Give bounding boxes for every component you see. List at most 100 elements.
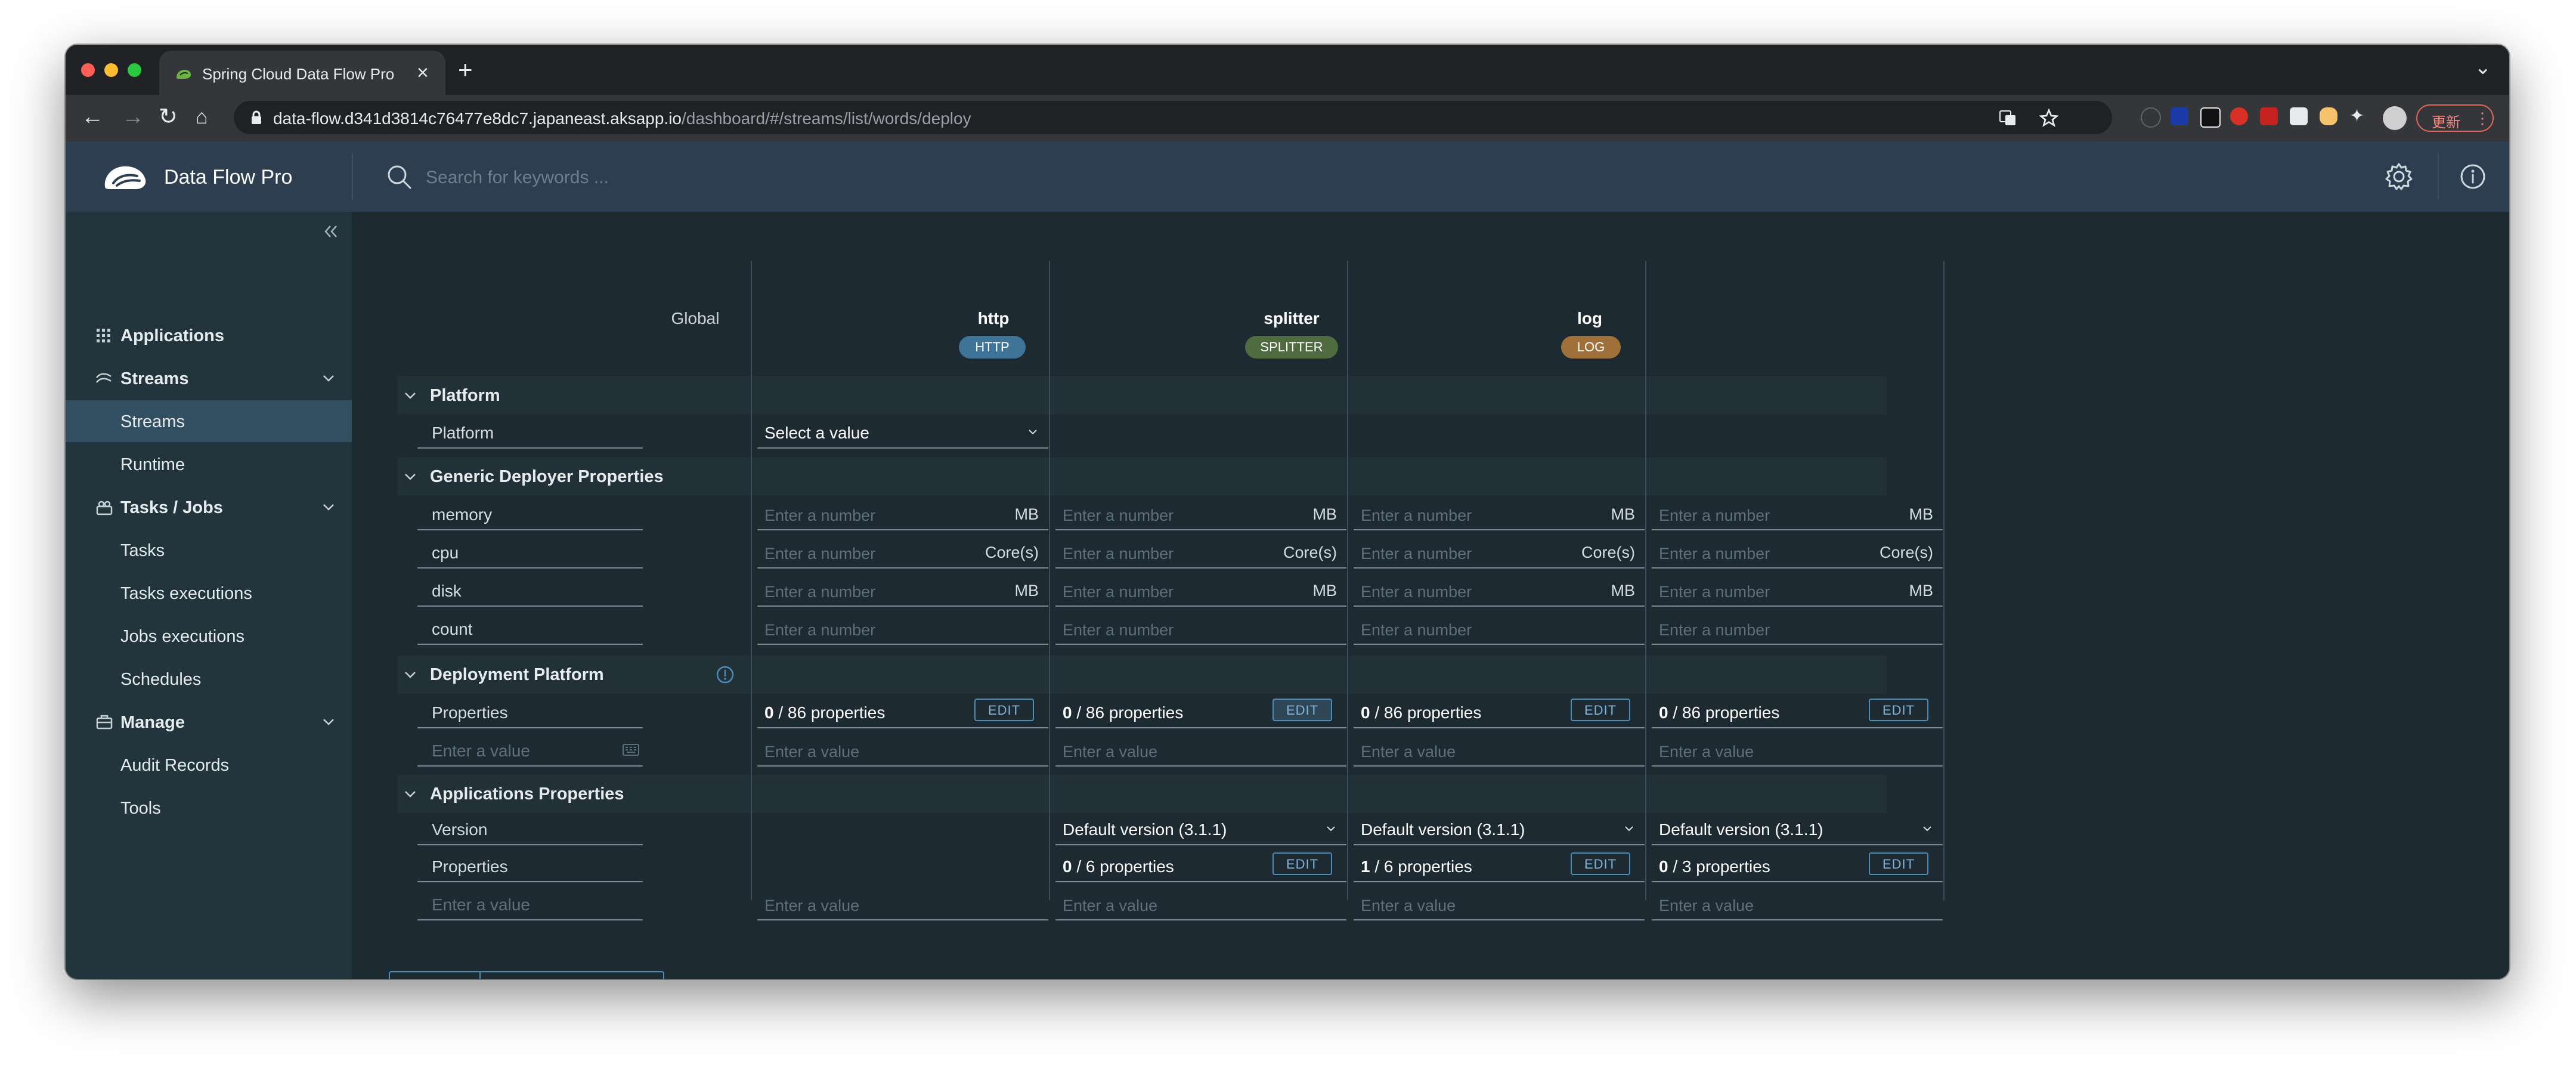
search-input[interactable] — [425, 165, 785, 190]
disk-input-splitter[interactable]: Enter a number MB — [1354, 572, 1645, 607]
tab-search-chevron-icon[interactable]: ⌄ — [2475, 55, 2492, 79]
memory-input-http[interactable]: Enter a number MB — [1055, 496, 1346, 530]
extension-shield-icon[interactable] — [2230, 107, 2248, 125]
sidebar-item-tools[interactable]: Tools — [66, 787, 352, 829]
edit-button[interactable]: EDIT — [1272, 852, 1332, 875]
extension-wave-icon[interactable] — [2200, 107, 2221, 128]
memory-input-log[interactable]: Enter a number MB — [1652, 496, 1943, 530]
sidebar-group-tasks-jobs[interactable]: Tasks / Jobs — [66, 486, 352, 528]
settings-gear-icon[interactable] — [2384, 162, 2414, 191]
collapse-sidebar-icon[interactable] — [322, 223, 340, 240]
forward-arrow-icon[interactable]: → — [122, 103, 144, 131]
back-arrow-icon[interactable]: ← — [81, 103, 104, 131]
deployment-value-input-log[interactable]: Enter a value — [1652, 732, 1943, 767]
extension-dots-icon[interactable] — [2260, 107, 2278, 125]
bookmark-star-icon[interactable] — [2039, 109, 2058, 128]
app-custom-property-input[interactable]: Enter a value — [417, 886, 643, 920]
address-bar[interactable]: data-flow.d341d3814c76477e8dc7.japaneast… — [234, 101, 2112, 134]
chevron-down-icon[interactable] — [403, 469, 417, 484]
app-header: Data Flow Pro — [66, 141, 2509, 212]
info-icon[interactable] — [2459, 163, 2487, 190]
count-input-splitter[interactable]: Enter a number — [1354, 610, 1645, 645]
url-text: data-flow.d341d3814c76477e8dc7.japaneast… — [273, 109, 971, 128]
count-input-global[interactable]: Enter a number — [757, 610, 1048, 645]
browser-tab[interactable]: Spring Cloud Data Flow Pro × — [159, 51, 445, 95]
sidebar-item-applications[interactable]: Applications — [66, 314, 352, 356]
disk-input-global[interactable]: Enter a number MB — [757, 572, 1048, 607]
input-placeholder: Enter a number — [764, 506, 876, 524]
cpu-input-http[interactable]: Enter a number Core(s) — [1055, 534, 1346, 569]
minimize-window-button[interactable] — [104, 63, 118, 77]
edit-button[interactable]: EDIT — [1869, 699, 1928, 721]
sidebar-item-jobs-executions[interactable]: Jobs executions — [66, 615, 352, 657]
reload-icon[interactable]: ↻ — [159, 103, 178, 131]
chevron-down-icon[interactable] — [403, 787, 417, 801]
edit-button[interactable]: EDIT — [1571, 699, 1630, 721]
sidebar-group-streams[interactable]: Streams — [66, 357, 352, 399]
app-value-input-global[interactable]: Enter a value — [757, 886, 1048, 920]
sidebar-item-label: Audit Records — [120, 756, 230, 775]
edit-button[interactable]: EDIT — [1272, 699, 1332, 721]
extensions-puzzle-icon[interactable]: ✦ — [2349, 107, 2367, 125]
copy-to-clipboard-button[interactable]: COPY TO CLIPBOARD — [481, 972, 663, 979]
maximize-window-button[interactable] — [128, 63, 141, 77]
extension-bolt-icon[interactable] — [2171, 107, 2188, 125]
memory-input-global[interactable]: Enter a number MB — [757, 496, 1048, 530]
app-value-input-log[interactable]: Enter a value — [1652, 886, 1943, 920]
app-value-input-http[interactable]: Enter a value — [1055, 886, 1346, 920]
sidebar-item-tasks-executions[interactable]: Tasks executions — [66, 572, 352, 614]
platform-select[interactable]: Select a value — [757, 414, 1048, 449]
cpu-input-log[interactable]: Enter a number Core(s) — [1652, 534, 1943, 569]
sidebar-item-streams[interactable]: Streams — [66, 400, 352, 442]
profile-avatar[interactable] — [2383, 106, 2407, 130]
edit-button[interactable]: EDIT — [1869, 852, 1928, 875]
sidebar-item-schedules[interactable]: Schedules — [66, 658, 352, 700]
extension-code-icon[interactable] — [2290, 107, 2308, 125]
disk-input-http[interactable]: Enter a number MB — [1055, 572, 1346, 607]
deployment-value-input-http[interactable]: Enter a value — [1055, 732, 1346, 767]
section-title-applications-properties[interactable]: Applications Properties — [430, 784, 624, 804]
version-select-log[interactable]: Default version (3.1.1) — [1652, 811, 1943, 845]
info-circle-icon[interactable] — [716, 665, 735, 684]
sidebar-item-audit-records[interactable]: Audit Records — [66, 744, 352, 786]
cpu-input-global[interactable]: Enter a number Core(s) — [757, 534, 1048, 569]
sidebar-item-runtime[interactable]: Runtime — [66, 443, 352, 485]
section-title-platform[interactable]: Platform — [430, 386, 500, 406]
version-select-http[interactable]: Default version (3.1.1) — [1055, 811, 1346, 845]
home-icon[interactable]: ⌂ — [196, 103, 208, 131]
chevron-down-icon[interactable] — [403, 668, 417, 682]
count-input-log[interactable]: Enter a number — [1652, 610, 1943, 645]
input-placeholder: Enter a value — [764, 743, 860, 761]
deployment-value-input-splitter[interactable]: Enter a value — [1354, 732, 1645, 767]
section-title-deployment-platform[interactable]: Deployment Platform — [430, 665, 604, 685]
extension-fox-icon[interactable] — [2320, 107, 2337, 125]
update-button[interactable]: 更新 ⋮ — [2416, 104, 2494, 132]
custom-property-input[interactable]: Enter a value — [417, 732, 643, 767]
cpu-input-splitter[interactable]: Enter a number Core(s) — [1354, 534, 1645, 569]
sidebar-group-manage[interactable]: Manage — [66, 701, 352, 743]
memory-input-splitter[interactable]: Enter a number MB — [1354, 496, 1645, 530]
close-window-button[interactable] — [81, 63, 95, 77]
extension-clock-icon[interactable] — [2141, 107, 2161, 128]
disk-input-log[interactable]: Enter a number MB — [1652, 572, 1943, 607]
version-select-splitter[interactable]: Default version (3.1.1) — [1354, 811, 1645, 845]
edit-button[interactable]: EDIT — [974, 699, 1034, 721]
new-tab-button[interactable]: + — [458, 55, 473, 84]
chevron-down-icon[interactable] — [403, 388, 417, 403]
export-button[interactable]: EXPORT — [390, 972, 481, 979]
translate-icon[interactable] — [1999, 109, 2017, 127]
edit-button[interactable]: EDIT — [1571, 852, 1630, 875]
properties-count: 0 / 6 properties — [1063, 857, 1174, 876]
unit-label: MB — [1312, 582, 1337, 600]
sidebar-item-tasks[interactable]: Tasks — [66, 529, 352, 571]
section-title-generic-deployer[interactable]: Generic Deployer Properties — [430, 467, 664, 487]
count-input-http[interactable]: Enter a number — [1055, 610, 1346, 645]
app-properties-http: 0 / 6 properties EDIT — [1055, 848, 1346, 882]
keyboard-icon[interactable] — [623, 744, 639, 756]
deployment-value-input-global[interactable]: Enter a value — [757, 732, 1048, 767]
unit-label: Core(s) — [1879, 543, 1933, 561]
unit-label: Core(s) — [984, 543, 1039, 561]
column-divider — [1645, 261, 1646, 900]
app-value-input-splitter[interactable]: Enter a value — [1354, 886, 1645, 920]
close-tab-icon[interactable]: × — [417, 61, 429, 85]
